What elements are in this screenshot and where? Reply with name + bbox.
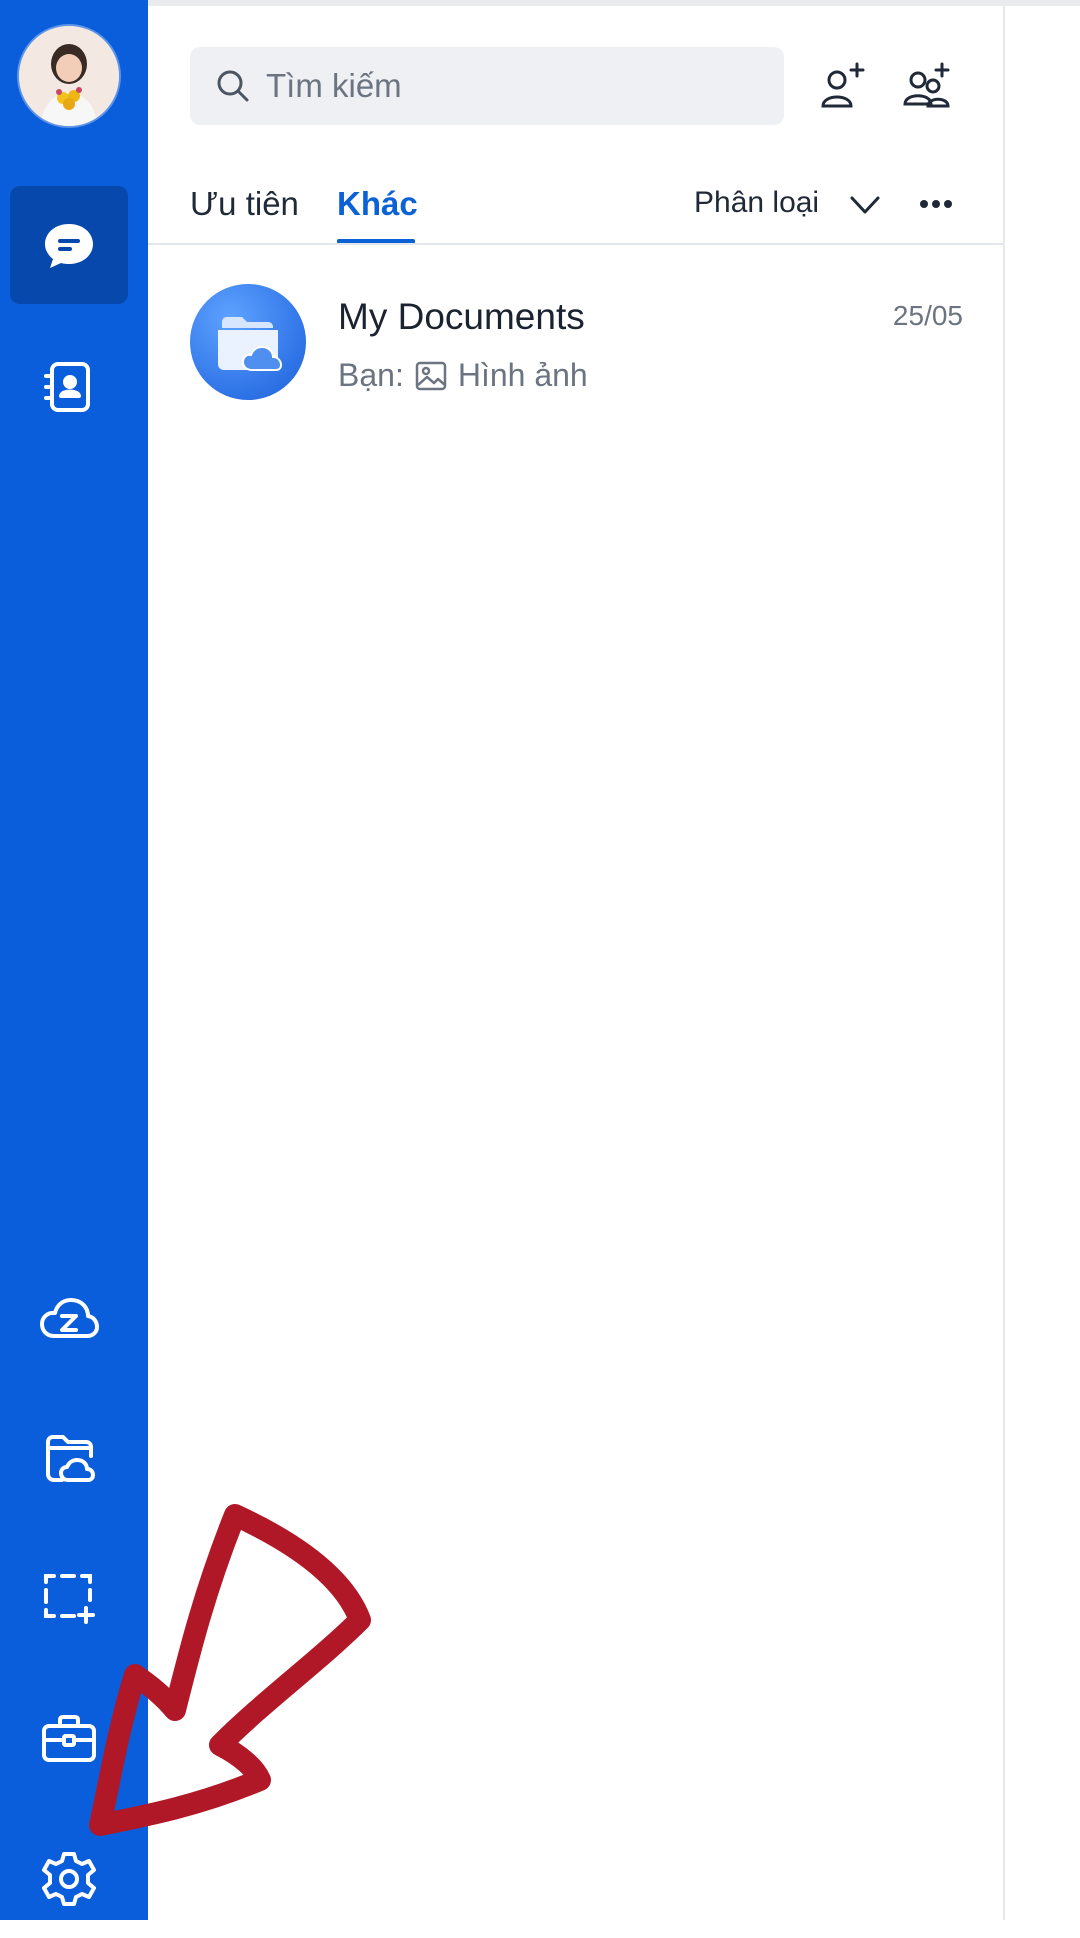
list-item[interactable]: My Documents 25/05 Bạn: Hình ảnh — [148, 262, 1003, 412]
chevron-down-icon[interactable] — [848, 188, 882, 222]
sidebar-item-messages[interactable] — [10, 186, 128, 304]
tab-other[interactable]: Khác — [337, 185, 418, 223]
conversation-avatar — [190, 284, 306, 400]
add-friend-icon[interactable] — [815, 60, 867, 112]
more-options-icon[interactable] — [916, 186, 956, 222]
image-icon — [415, 361, 447, 390]
tab-divider — [148, 243, 1003, 245]
search-placeholder: Tìm kiếm — [266, 67, 402, 104]
sidebar-item-settings[interactable] — [10, 1820, 128, 1938]
panel-divider — [1003, 6, 1005, 1920]
screen-capture-icon — [44, 1574, 95, 1624]
avatar[interactable] — [19, 26, 119, 126]
conversation-date: 25/05 — [892, 300, 963, 331]
sidebar-item-my-documents[interactable] — [10, 1400, 128, 1518]
sidebar-item-cloud[interactable] — [10, 1262, 128, 1380]
conversation-preview: Bạn: Hình ảnh — [338, 357, 588, 394]
tab-priority[interactable]: Ưu tiên — [190, 185, 299, 223]
search-icon — [217, 70, 249, 102]
contact-book-icon — [44, 362, 90, 412]
zalo-cloud-icon — [40, 1298, 99, 1338]
sidebar-item-toolbox[interactable] — [10, 1680, 128, 1798]
top-edge — [148, 0, 1080, 6]
filter-dropdown[interactable]: Phân loại — [694, 186, 819, 220]
sidebar — [0, 0, 148, 1920]
cloud-folder-icon — [46, 1435, 95, 1482]
search-input[interactable]: Tìm kiếm — [190, 47, 784, 125]
sidebar-item-screenshot[interactable] — [10, 1538, 128, 1656]
briefcase-icon — [42, 1715, 96, 1762]
chat-bubble-icon — [45, 224, 93, 268]
avatar-image — [19, 26, 119, 126]
preview-sender: Bạn: — [338, 357, 404, 393]
sidebar-item-contacts[interactable] — [10, 328, 128, 446]
conversation-title: My Documents — [338, 296, 585, 337]
preview-text: Hình ảnh — [457, 357, 588, 393]
gear-icon — [42, 1852, 96, 1906]
cloud-folder-icon — [218, 317, 283, 371]
create-group-icon[interactable] — [900, 60, 952, 112]
